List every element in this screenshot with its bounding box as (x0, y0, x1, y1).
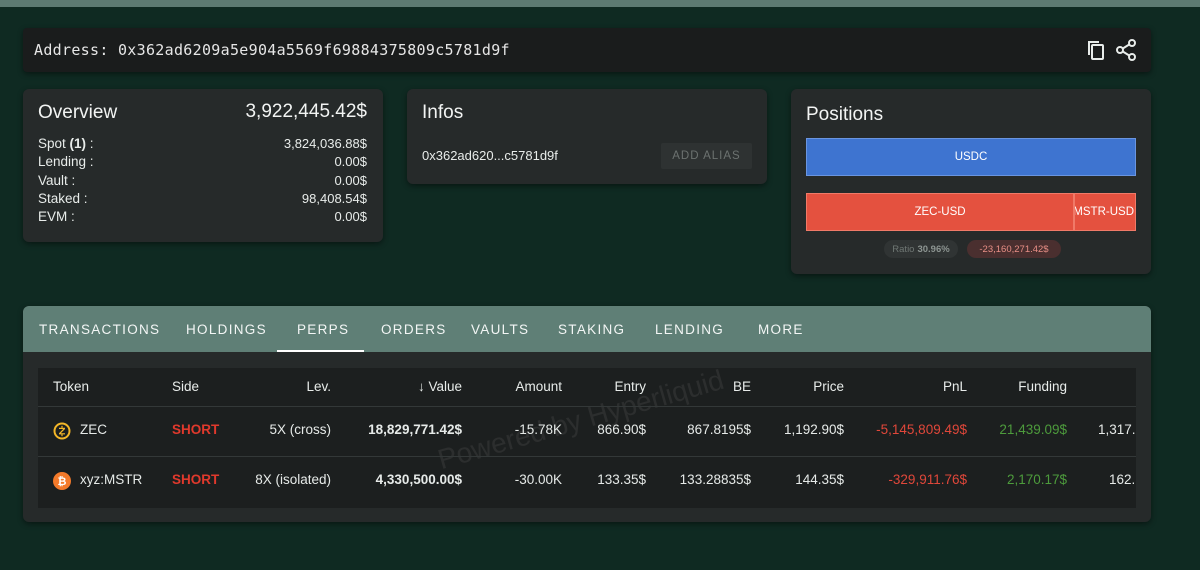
tab-transactions[interactable]: TRANSACTIONS (39, 322, 160, 337)
overview-label-spot: Spot (1) : (38, 136, 94, 151)
overview-label-staked: Staked : (38, 190, 88, 206)
row-2-token[interactable]: xyz:MSTR (80, 472, 142, 487)
row-2-extra: 162. (1109, 472, 1136, 487)
bitcoin-icon: ₿ (53, 472, 71, 490)
tab-more[interactable]: MORE (758, 322, 804, 337)
row-1-amount: -15.78K (514, 422, 562, 437)
row-2-lev: 8X (isolated) (255, 472, 331, 487)
share-icon[interactable] (1115, 39, 1137, 61)
tabs-bar: TRANSACTIONS HOLDINGS PERPS ORDERS VAULT… (23, 306, 1151, 352)
tab-perps[interactable]: PERPS (297, 322, 349, 337)
overview-value-staked: 98,408.54$ (301, 190, 367, 206)
overview-title: Overview (38, 102, 118, 123)
row-2-pnl: -329,911.76$ (888, 472, 967, 487)
row-1-pnl: -5,145,809.49$ (876, 422, 967, 437)
infos-address: 0x362ad620...c5781d9f (422, 148, 558, 163)
header-value[interactable]: ↓ Value (418, 379, 462, 394)
tab-vaults[interactable]: VAULTS (471, 322, 529, 337)
tab-orders[interactable]: ORDERS (381, 322, 447, 337)
infos-title: Infos (422, 102, 464, 123)
infos-card: Infos 0x362ad620...c5781d9f ADD ALIAS (407, 89, 767, 184)
svg-text:₿: ₿ (58, 475, 67, 488)
zcash-icon (53, 422, 71, 440)
tabs-card: TRANSACTIONS HOLDINGS PERPS ORDERS VAULT… (23, 306, 1151, 522)
header-amount[interactable]: Amount (515, 379, 562, 394)
mstr-position-bar[interactable]: xyz:MSTR-USD (1074, 193, 1136, 231)
overview-total: 3,922,445.42$ (245, 101, 367, 122)
header-separator (38, 406, 1136, 407)
row-1-funding: 21,439.09$ (999, 422, 1067, 437)
row-2-value: 4,330,500.00$ (375, 472, 462, 487)
positions-title: Positions (806, 104, 884, 125)
row-separator (38, 456, 1136, 457)
row-1-price: 1,192.90$ (783, 422, 844, 437)
top-strip (0, 0, 1200, 7)
ratio-value: 30.96% (917, 243, 950, 255)
header-token[interactable]: Token (53, 379, 89, 394)
usdc-position-bar[interactable]: USDC (806, 138, 1136, 176)
row-2-side: SHORT (172, 472, 220, 487)
overview-label-vault: Vault : (38, 172, 76, 188)
address-bar: Address: 0x362ad6209a5e904a5569f69884375… (23, 28, 1151, 72)
header-lev[interactable]: Lev. (306, 379, 331, 394)
header-funding[interactable]: Funding (1018, 379, 1067, 394)
overview-label-lending: Lending : (38, 154, 94, 170)
pnl-badge: -23,160,271.42$ (967, 240, 1061, 258)
row-2-amount: -30.00K (514, 472, 562, 487)
row-1-value: 18,829,771.42$ (368, 422, 462, 437)
perps-table: Powered by Hyperliquid Token Side Lev. ↓… (38, 368, 1136, 508)
header-entry[interactable]: Entry (614, 379, 646, 394)
row-2-price: 144.35$ (795, 472, 844, 487)
ratio-label: Ratio (892, 243, 915, 255)
ratio-badge: Ratio 30.96% (884, 240, 958, 258)
watermark: Powered by Hyperliquid (434, 368, 728, 476)
header-pnl[interactable]: PnL (943, 379, 967, 394)
row-2-entry: 133.35$ (597, 472, 646, 487)
tab-staking[interactable]: STAKING (558, 322, 625, 337)
overview-row-lending: Lending : 0.00$ (38, 154, 367, 172)
overview-label-evm: EVM : (38, 209, 75, 225)
positions-card: Positions USDC ZEC-USD xyz:MSTR-USD Rati… (791, 89, 1151, 274)
row-1-lev: 5X (cross) (269, 422, 331, 437)
overview-value-lending: 0.00$ (334, 154, 367, 170)
header-price[interactable]: Price (813, 379, 844, 394)
address-text: Address: 0x362ad6209a5e904a5569f69884375… (34, 41, 510, 59)
overview-row-spot: Spot (1) : 3,824,036.88$ (38, 136, 367, 154)
copy-icon[interactable] (1085, 39, 1107, 61)
add-alias-button[interactable]: ADD ALIAS (661, 143, 752, 169)
tab-lending[interactable]: LENDING (655, 322, 724, 337)
row-2-be: 133.28835$ (679, 472, 751, 487)
row-1-entry: 866.90$ (597, 422, 646, 437)
active-tab-indicator (277, 350, 364, 352)
row-1-token[interactable]: ZEC (80, 422, 107, 437)
overview-value-spot: 3,824,036.88$ (283, 136, 367, 151)
tab-holdings[interactable]: HOLDINGS (186, 322, 267, 337)
overview-card: Overview 3,922,445.42$ Spot (1) : 3,824,… (23, 89, 383, 242)
header-side[interactable]: Side (172, 379, 199, 394)
overview-value-vault: 0.00$ (334, 172, 367, 188)
row-1-extra: 1,317. (1098, 422, 1136, 437)
zec-position-bar[interactable]: ZEC-USD (806, 193, 1074, 231)
row-1-be: 867.8195$ (687, 422, 751, 437)
header-be[interactable]: BE (733, 379, 751, 394)
overview-rows: Spot (1) : 3,824,036.88$ Lending : 0.00$… (38, 136, 367, 227)
row-1-side: SHORT (172, 422, 220, 437)
overview-row-evm: EVM : 0.00$ (38, 209, 367, 227)
overview-row-staked: Staked : 98,408.54$ (38, 191, 367, 209)
overview-row-vault: Vault : 0.00$ (38, 173, 367, 191)
row-2-funding: 2,170.17$ (1006, 472, 1067, 487)
overview-value-evm: 0.00$ (334, 209, 367, 225)
sort-arrow-down-icon: ↓ (417, 379, 425, 394)
